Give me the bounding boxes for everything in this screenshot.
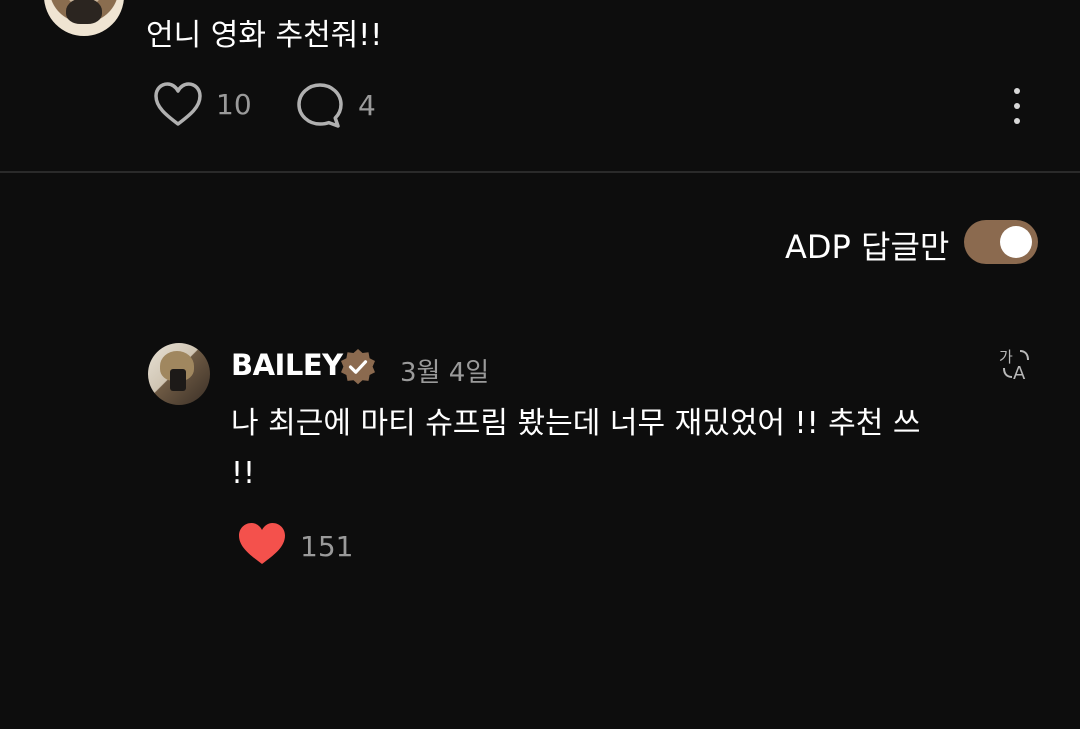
comment-bubble-icon	[294, 80, 346, 130]
post-author-avatar[interactable]	[44, 0, 124, 36]
reply-like-button[interactable]: 151	[236, 520, 353, 572]
more-vertical-icon	[1014, 88, 1020, 94]
post-text: 언니 영화 추천줘!!	[146, 18, 383, 53]
more-options-button[interactable]	[1004, 88, 1030, 124]
reply-text: 나 최근에 마티 슈프림 봤는데 너무 재밌었어 !! 추천 쓰 !!	[231, 406, 921, 491]
comment-thread: 언니 영화 추천줘!! 10 4 ADP 답글만 BAILEY 3월 4일 가 …	[0, 0, 1080, 729]
svg-text:가: 가	[999, 348, 1013, 366]
reply-like-count: 151	[300, 529, 354, 563]
reply-author-name[interactable]: BAILEY	[231, 348, 343, 382]
reply-date: 3월 4일	[400, 358, 490, 388]
heart-outline-icon	[152, 80, 204, 128]
adp-replies-only-toggle[interactable]	[964, 220, 1038, 264]
divider	[0, 171, 1080, 173]
filter-label: ADP 답글만	[785, 228, 950, 266]
post-comment-button[interactable]: 4	[294, 80, 376, 130]
svg-text:A: A	[1013, 363, 1026, 382]
translate-icon[interactable]: 가 A	[998, 346, 1034, 384]
post-like-button[interactable]: 10	[152, 80, 252, 128]
toggle-knob	[1000, 226, 1032, 258]
verified-badge-icon	[338, 347, 378, 387]
post-like-count: 10	[216, 87, 252, 121]
reply-author-avatar[interactable]	[148, 343, 210, 405]
post-comment-count: 4	[358, 88, 376, 122]
heart-filled-icon	[236, 520, 288, 572]
